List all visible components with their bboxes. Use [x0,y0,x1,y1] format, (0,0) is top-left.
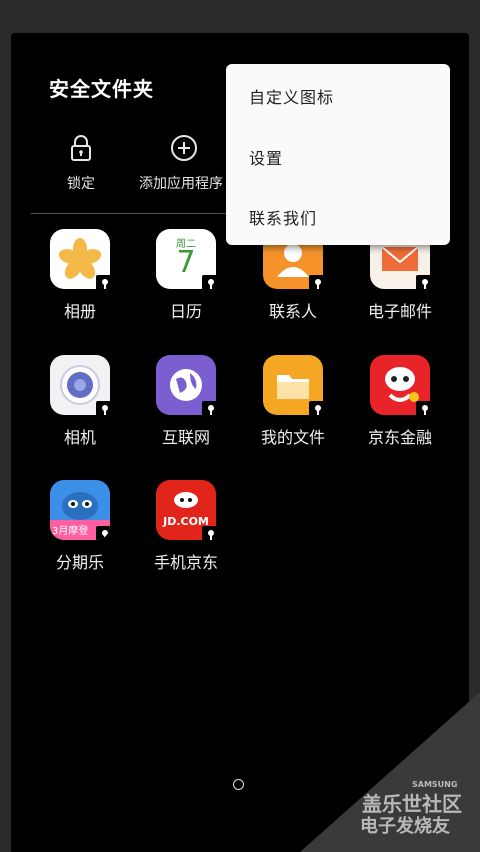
secure-lock-badge-icon [202,401,220,419]
lock-button[interactable]: 锁定 [59,133,103,193]
folder-icon [263,355,327,419]
app-jd-mobile[interactable]: JD.COM 手机京东 [136,480,236,573]
app-label: 联系人 [268,302,317,321]
jd-finance-icon [370,355,434,419]
calendar-icon: 周二 7 [156,229,220,293]
menu-item-customize-icon[interactable]: 自定义图标 [249,84,334,108]
internet-globe-icon [156,355,220,419]
app-label: 分期乐 [55,553,104,572]
app-calendar[interactable]: 周二 7 日历 [136,229,236,322]
fenqile-icon: 3月摩登 [50,480,110,540]
menu-item-contact-us[interactable]: 联系我们 [249,205,317,229]
lock-label: 锁定 [67,176,95,192]
app-fenqile[interactable]: 3月摩登 分期乐 [30,480,130,573]
app-gallery[interactable]: 相册 [30,229,130,322]
lock-icon [71,135,91,161]
secure-lock-badge-icon [309,401,327,419]
menu-item-settings[interactable]: 设置 [249,145,283,169]
secure-lock-badge-icon [96,275,114,293]
page-indicator-dot[interactable] [233,779,244,790]
secure-lock-badge-icon [202,526,220,544]
app-label: 相机 [63,428,96,447]
app-label: 手机京东 [153,553,218,572]
options-menu: 自定义图标 设置 联系我们 [226,64,450,245]
jd-mobile-icon: JD.COM [156,480,220,544]
gallery-icon [50,229,114,293]
secure-lock-badge-icon [96,526,110,540]
watermark-brand: SAMSUNG [412,780,458,789]
secure-lock-badge-icon [309,275,327,293]
app-label: 京东金融 [367,428,432,447]
page-title: 安全文件夹 [49,77,154,101]
app-label: 互联网 [161,428,210,447]
app-label: 我的文件 [260,428,325,447]
secure-lock-badge-icon [96,401,114,419]
app-camera[interactable]: 相机 [30,355,130,448]
secure-lock-badge-icon [416,401,434,419]
camera-icon [50,355,114,419]
secure-lock-badge-icon [416,275,434,293]
app-label: 日历 [169,302,202,321]
app-jd-finance[interactable]: 京东金融 [350,355,450,448]
watermark-site: 电子发烧友 [360,816,450,837]
fenqile-icon-text: 3月摩登 [52,526,89,537]
app-my-files[interactable]: 我的文件 [243,355,343,448]
app-label: 电子邮件 [367,302,432,321]
add-circle-icon [171,135,197,161]
divider [31,213,257,214]
add-apps-label: 添加应用程序 [139,176,223,192]
app-internet[interactable]: 互联网 [136,355,236,448]
app-label: 相册 [63,302,96,321]
secure-lock-badge-icon [202,275,220,293]
